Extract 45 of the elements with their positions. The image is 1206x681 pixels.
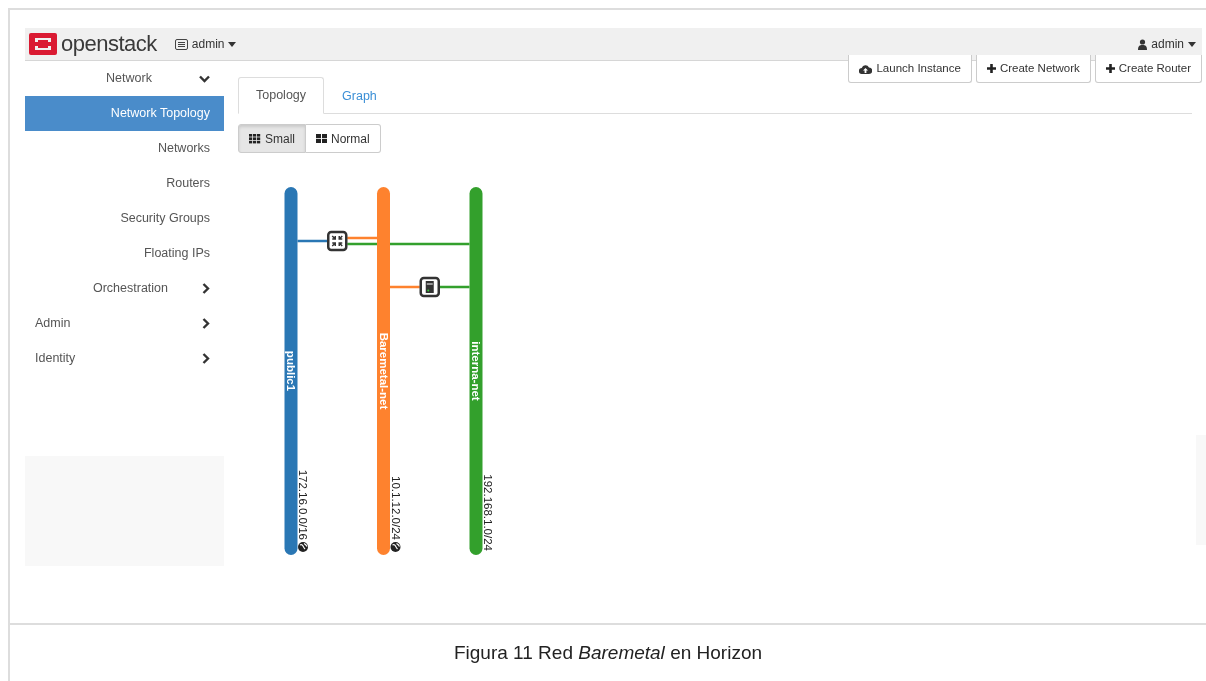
- sidebar-item[interactable]: Floating IPs: [25, 236, 224, 271]
- action-button[interactable]: Create Router: [1094, 55, 1202, 83]
- grid-icon: [316, 134, 327, 143]
- sidebar-item[interactable]: Network Topology: [25, 96, 224, 131]
- action-button[interactable]: Launch Instance: [848, 55, 972, 83]
- action-button[interactable]: Create Network: [975, 55, 1091, 83]
- caret-icon: [228, 41, 237, 47]
- network-bar[interactable]: [284, 187, 298, 555]
- subnet-cidr: 172.16.0.0/16: [297, 469, 309, 540]
- network-bar[interactable]: [377, 187, 390, 555]
- sidebar-item[interactable]: Routers: [25, 166, 224, 201]
- view-toggle-button[interactable]: Normal: [306, 124, 381, 153]
- sidebar-item[interactable]: Security Groups: [25, 201, 224, 236]
- chevron-right-icon: [202, 318, 210, 329]
- chevron-right-icon: [202, 283, 210, 294]
- subnet-cidr: 10.1.12.0/24: [389, 476, 402, 540]
- project-dropdown[interactable]: admin: [174, 35, 237, 53]
- chevron-down-icon: [199, 74, 210, 83]
- list-icon: [174, 38, 188, 50]
- network-name: Baremetal-net: [377, 332, 390, 410]
- server-icon[interactable]: [419, 276, 440, 298]
- sidebar-menu-item[interactable]: Admin: [25, 306, 224, 341]
- sidebar-menu-item[interactable]: Network: [25, 61, 224, 96]
- user-icon: [1138, 38, 1148, 50]
- cloud-upload-icon: [859, 63, 873, 74]
- plus-icon: [986, 64, 996, 73]
- caret-icon: [1188, 41, 1196, 47]
- logo-text: openstack: [61, 33, 157, 55]
- router-icon[interactable]: [327, 230, 348, 252]
- sidebar-item[interactable]: Networks: [25, 131, 224, 166]
- view-toggle-button[interactable]: Small: [238, 124, 306, 153]
- sidebar-menu-item[interactable]: Orchestration: [25, 271, 224, 306]
- tab[interactable]: Topology: [238, 77, 325, 114]
- subnet-cidr: 192.168.1.0/24: [482, 474, 494, 551]
- network-bar[interactable]: [469, 187, 483, 555]
- network-name: public1: [285, 350, 297, 392]
- network-name: interna-net: [470, 341, 482, 401]
- chevron-right-icon: [202, 353, 210, 364]
- tab[interactable]: Graph: [324, 77, 395, 114]
- user-dropdown[interactable]: admin: [1138, 35, 1196, 53]
- sidebar-menu-item[interactable]: Identity: [25, 341, 224, 376]
- grid-icon: [249, 133, 261, 144]
- logo-icon: [29, 33, 57, 55]
- figure-caption: Figura 11 Red Baremetal en Horizon: [453, 640, 763, 665]
- plus-icon: [1105, 64, 1115, 73]
